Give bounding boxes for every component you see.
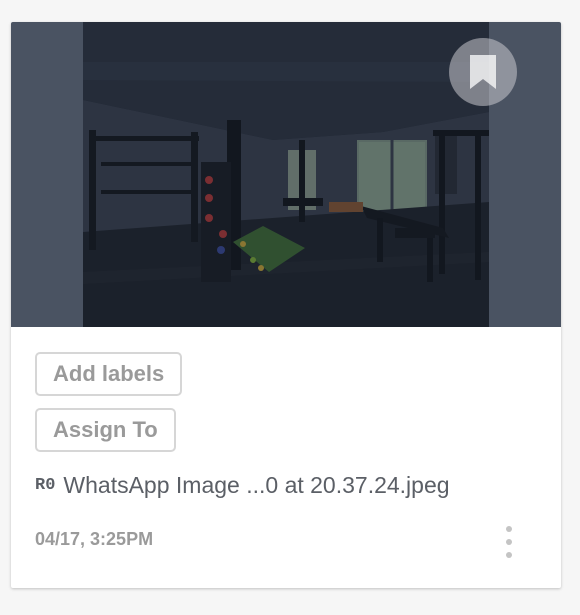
image-thumbnail[interactable] — [11, 22, 561, 327]
bookmark-icon — [468, 53, 498, 91]
bookmark-button[interactable] — [449, 38, 517, 106]
file-name[interactable]: WhatsApp Image ...0 at 20.37.24.jpeg — [63, 472, 449, 499]
add-labels-button[interactable]: Add labels — [35, 352, 183, 396]
gym-photo — [83, 22, 489, 327]
image-card: Add labels Assign To R0 WhatsApp Image .… — [11, 22, 561, 588]
timestamp: 04/17, 3:25PM — [35, 529, 154, 549]
file-name-row: R0 WhatsApp Image ...0 at 20.37.24.jpeg — [35, 470, 450, 500]
assign-to-button[interactable]: Assign To — [35, 408, 176, 452]
revision-tag: R0 — [35, 475, 56, 495]
more-vertical-icon — [506, 526, 512, 532]
more-options-button[interactable] — [499, 526, 519, 558]
